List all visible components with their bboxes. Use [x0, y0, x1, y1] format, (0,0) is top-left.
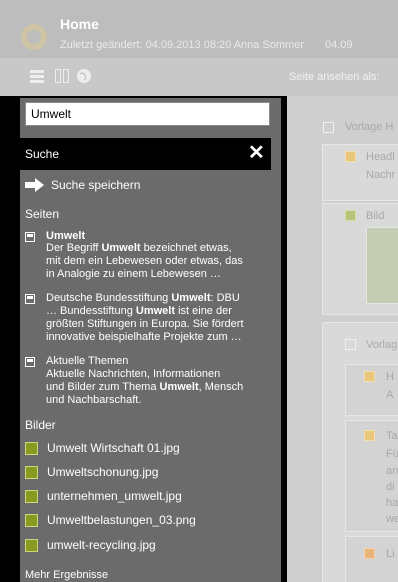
search-input[interactable]: [25, 102, 270, 126]
more-results-link[interactable]: Mehr Ergebnisse: [25, 569, 108, 581]
save-search-label: Suche speichern: [51, 178, 141, 192]
bg-label: we: [386, 513, 398, 525]
block-icon: [345, 151, 356, 162]
logo-icon: [21, 24, 47, 50]
result-line: mit dem ein Lebewesen oder etwas, das: [46, 255, 243, 267]
bg-label: Fü: [386, 448, 398, 460]
image-thumbnail-icon: [25, 490, 38, 503]
page-icon: [25, 294, 35, 304]
globe-icon[interactable]: [76, 68, 92, 84]
search-header: Suche ✕: [20, 138, 271, 170]
menu-icon[interactable]: [29, 68, 45, 84]
bg-label: Bild: [366, 210, 385, 222]
image-result-label: umwelt-recycling.jpg: [47, 538, 156, 552]
bg-label: Vorlag: [366, 339, 398, 351]
image-result[interactable]: Umweltschonung.jpg: [25, 465, 265, 481]
result-line: in Analogie zu einem Lebewesen …: [46, 268, 221, 280]
image-result-label: unternehmen_umwelt.jpg: [47, 489, 182, 503]
result-title: Umwelt: [46, 230, 86, 242]
block-icon: [364, 548, 375, 559]
search-header-label: Suche: [25, 147, 60, 161]
bg-label: an: [386, 465, 398, 477]
page-title: Home: [60, 16, 99, 32]
image-result-label: Umweltschonung.jpg: [47, 465, 159, 479]
section-pages: Seiten: [25, 207, 60, 221]
date-text: 04.09: [325, 39, 353, 51]
close-icon[interactable]: ✕: [248, 143, 265, 163]
bg-label: Nachr: [366, 169, 396, 181]
bg-label: A: [386, 389, 394, 401]
toolbar: Seite ansehen als:: [0, 58, 398, 96]
bg-label: Ta: [386, 430, 398, 442]
image-thumbnail-icon: [25, 539, 38, 552]
image-result[interactable]: umwelt-recycling.jpg: [25, 538, 265, 554]
page-content-background: Vorlage H Headl Nachr Bild Vorlag H A Ta…: [287, 96, 398, 582]
columns-icon[interactable]: [54, 68, 70, 84]
result-line: und Nachbarschaft.: [46, 394, 142, 406]
block-icon: [364, 371, 375, 382]
image-thumbnail-icon: [25, 466, 38, 479]
page-result[interactable]: Aktuelle Themen Aktuelle Nachrichten, In…: [25, 355, 265, 407]
section-images: Bilder: [25, 418, 56, 432]
bg-label: ha: [386, 497, 398, 509]
result-line: innovative beispielhafte Projekte zum …: [46, 331, 242, 343]
last-modified-text: Zuletzt geändert: 04.09.2013 08:20 Anna …: [60, 39, 304, 51]
image-result-label: Umwelt Wirtschaft 01.jpg: [47, 441, 180, 455]
arrow-right-icon: [25, 178, 44, 192]
image-result-label: Umweltbelastungen_03.png: [47, 513, 196, 527]
block-icon: [364, 430, 375, 441]
page-result[interactable]: Umwelt Der Begriff Umwelt bezeichnet etw…: [25, 230, 265, 282]
bg-label: Vorlage H: [345, 121, 394, 133]
bg-label: Headl: [366, 151, 395, 163]
image-thumbnail-icon: [25, 514, 38, 527]
result-line: Aktuelle Themen: [46, 355, 129, 367]
image-result[interactable]: Umwelt Wirtschaft 01.jpg: [25, 441, 265, 457]
bg-image: [366, 227, 398, 304]
bg-label: Li: [386, 548, 395, 560]
page-icon: [25, 232, 35, 242]
block-icon: [345, 210, 356, 221]
block-icon: [323, 122, 334, 133]
result-line: Deutsche Bundesstiftung Umwelt: DBU: [46, 292, 240, 304]
image-result[interactable]: Umweltbelastungen_03.png: [25, 513, 265, 529]
app-header: Home Zuletzt geändert: 04.09.2013 08:20 …: [0, 0, 398, 58]
bg-label: di: [386, 481, 395, 493]
result-line: … Bundesstiftung Umwelt ist eine der: [46, 305, 232, 317]
image-thumbnail-icon: [25, 442, 38, 455]
page-result[interactable]: Deutsche Bundesstiftung Umwelt: DBU … Bu…: [25, 292, 265, 344]
result-line: Der Begriff Umwelt bezeichnet etwas,: [46, 242, 232, 254]
result-line: und Bilder zum Thema Umwelt, Mensch: [46, 381, 244, 393]
page-icon: [25, 357, 35, 367]
block-icon: [345, 339, 356, 350]
result-line: größten Stiftungen in Europa. Sie förder…: [46, 318, 244, 330]
result-line: Aktuelle Nachrichten, Informationen: [46, 368, 221, 380]
bg-label: H: [386, 371, 394, 383]
view-as-label: Seite ansehen als:: [289, 71, 380, 83]
image-result[interactable]: unternehmen_umwelt.jpg: [25, 489, 265, 505]
